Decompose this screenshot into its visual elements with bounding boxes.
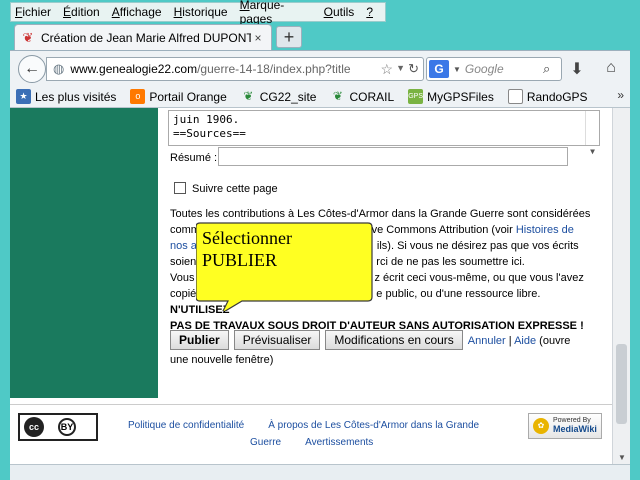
search-bar[interactable]: G ▼ Google ⌕ [426,57,562,81]
page-icon [507,89,523,104]
license-link[interactable]: Histoires de [516,224,574,236]
wikitext-scrollbar[interactable]: ▼ [585,111,599,156]
bookmarks-star-icon: ★ [16,89,31,104]
menu-affichage[interactable]: Affichage [112,5,162,19]
privacy-link[interactable]: Politique de confidentialité [128,420,244,431]
scroll-thumb[interactable] [616,344,627,424]
menu-bar: Fichier Édition Affichage Historique Mar… [10,0,386,26]
callout-annotation: Sélectionner PUBLIER [196,221,374,311]
bookmark-randogps[interactable]: RandoGPS [507,89,588,104]
menu-edition[interactable]: Édition [63,5,100,19]
watch-page-checkbox[interactable] [174,182,186,194]
green-sidebar [10,108,158,398]
about-link[interactable]: À propos de Les Côtes-d'Armor dans la Gr… [268,420,479,431]
cc-by-badge[interactable]: cc BY [18,413,98,441]
mediawiki-badge-text: Powered By MediaWiki [553,417,597,434]
page-scrollbar[interactable]: ▼ [612,108,630,464]
bookmarks-overflow-button[interactable]: » [617,88,624,102]
site-favicon-icon: ❦ [22,29,34,45]
search-placeholder[interactable]: Google [465,62,543,76]
about-link-cont[interactable]: Guerre [250,437,281,448]
callout-line-2: PUBLIER [202,250,278,270]
menu-outils[interactable]: Outils [324,5,355,19]
publish-button[interactable]: Publier [170,330,229,350]
summary-input[interactable] [218,147,568,166]
orange-icon: o [130,89,146,104]
url-dropdown-icon[interactable]: ▼ [396,63,405,73]
search-engine-dropdown-icon[interactable]: ▼ [453,65,461,74]
google-engine-icon[interactable]: G [429,60,449,78]
page-footer: cc BY Politique de confidentialité À prop… [10,404,612,464]
wikitext-content[interactable]: juin 1906. ==Sources== [173,113,246,140]
url-path: /guerre-14-18/index.php?title [197,62,351,76]
tab-title: Création de Jean Marie Alfred DUPONT (..… [41,30,251,45]
bookmark-mygpsfiles[interactable]: GPS MyGPSFiles [408,89,494,104]
search-icon[interactable]: ⌕ [543,61,561,77]
tab-close-icon[interactable]: × [251,31,265,45]
menu-aide[interactable]: ? [366,5,373,19]
help-link[interactable]: Aide [514,335,536,347]
url-domain: www.genealogie22.com [70,62,198,76]
tab-strip: ❦ Création de Jean Marie Alfred DUPONT (… [10,22,630,50]
show-changes-button[interactable]: Modifications en cours [325,330,463,350]
menu-fichier[interactable]: Fichier [15,5,51,19]
back-button[interactable]: ← [18,55,46,83]
preview-button[interactable]: Prévisualiser [233,330,321,350]
scroll-down-icon[interactable]: ▼ [586,145,599,159]
mediawiki-flower-icon: ✿ [533,418,549,434]
edit-buttons: Publier Prévisualiser Modifications en cou… [170,330,610,350]
bookmark-les-plus-visites[interactable]: ★ Les plus visités [16,89,116,104]
notice-line: Toutes les contributions à Les Côtes-d'A… [170,208,591,220]
url-bar[interactable]: ◍ www.genealogie22.com/guerre-14-18/inde… [46,57,424,81]
summary-label: Résumé : [170,152,218,164]
bookmarks-bar: ★ Les plus visités o Portail Orange ❦ CG22_… [10,86,630,108]
footer-links: Politique de confidentialité À propos de … [128,417,518,451]
bookmark-corail[interactable]: ❦ CORAIL [330,89,394,104]
home-icon: ⌂ [606,59,616,76]
cancel-link[interactable]: Annuler [468,335,506,347]
mygps-icon: GPS [408,89,424,104]
disclaimers-link[interactable]: Avertissements [305,437,373,448]
cc-icon: cc [24,417,44,437]
leaf-icon: ❦ [243,89,254,103]
new-tab-button[interactable]: + [276,26,302,48]
help-note-cont: une nouvelle fenêtre) [170,354,274,366]
callout-line-1: Sélectionner [202,228,292,248]
status-bar [10,464,630,480]
separator: | [508,335,512,347]
bookmark-cg22-site[interactable]: ❦ CG22_site [241,89,316,104]
bookmark-star-icon[interactable]: ☆ [380,61,393,78]
callout-text: Sélectionner PUBLIER [202,227,370,271]
scroll-down-icon[interactable]: ▼ [613,453,630,462]
bookmark-portail-orange[interactable]: o Portail Orange [130,89,227,104]
wikitext-editor[interactable]: juin 1906. ==Sources== ▼ [168,110,600,156]
leaf-icon: ❦ [332,89,343,103]
tab-active[interactable]: ❦ Création de Jean Marie Alfred DUPONT (… [14,24,272,50]
back-arrow-icon: ← [24,60,40,77]
help-note: (ouvre [539,335,571,347]
download-button[interactable]: ⬇ [566,59,588,79]
attribution-icon: BY [58,418,76,436]
navigation-bar: ◍ www.genealogie22.com/guerre-14-18/inde… [10,50,630,86]
watch-page-label[interactable]: Suivre cette page [192,183,278,195]
home-button[interactable]: ⌂ [600,59,622,79]
globe-icon: ◍ [53,61,65,76]
menu-historique[interactable]: Historique [174,5,228,19]
reload-icon[interactable]: ↻ [408,61,419,77]
download-arrow-icon: ⬇ [570,61,584,78]
powered-by-mediawiki-badge[interactable]: ✿ Powered By MediaWiki [528,413,602,439]
